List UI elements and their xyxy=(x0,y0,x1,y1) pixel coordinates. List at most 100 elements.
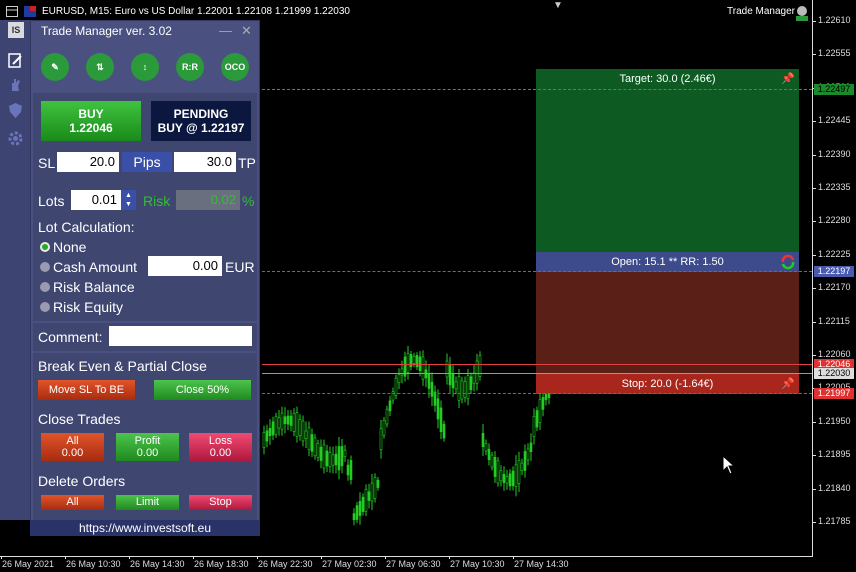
candle-body xyxy=(532,416,536,437)
candle-body xyxy=(355,505,359,520)
time-label: 26 May 14:30 xyxy=(130,559,185,569)
pending-label: PENDING xyxy=(173,107,229,121)
candle-body xyxy=(505,476,509,484)
candle-body xyxy=(292,412,296,432)
lots-stepper[interactable]: ▲ ▼ xyxy=(121,190,136,210)
time-label: 26 May 18:30 xyxy=(194,559,249,569)
price-tick xyxy=(812,321,816,323)
radio-risk-equity-label: Risk Equity xyxy=(53,299,124,315)
eraser-icon: ✎ xyxy=(51,62,59,72)
candle-body xyxy=(277,417,281,429)
oco-tool-button[interactable]: OCO xyxy=(221,53,249,81)
shield-icon[interactable] xyxy=(7,102,24,119)
candle-body xyxy=(271,421,275,436)
rr-tool-button[interactable]: R:R xyxy=(176,53,204,81)
buy-price: 1.22046 xyxy=(69,121,113,135)
tp-input[interactable]: 30.0 xyxy=(174,152,236,172)
lot-calc-title: Lot Calculation: xyxy=(38,219,135,235)
close-trades-title: Close Trades xyxy=(38,411,121,427)
edit-icon[interactable] xyxy=(7,52,24,69)
radio-none-label: None xyxy=(53,239,87,255)
stop-label: Stop: 20.0 (-1.64€) xyxy=(621,378,714,390)
candle-body xyxy=(460,380,464,400)
candle-body xyxy=(340,446,344,467)
reverse-tool-button[interactable]: ⇅ xyxy=(86,53,114,81)
pin-icon[interactable]: 📌 xyxy=(781,374,795,394)
close-profit-button[interactable]: Profit 0.00 xyxy=(116,433,179,461)
candle-body xyxy=(337,446,341,471)
candle-body xyxy=(349,460,353,480)
price-tick xyxy=(812,288,816,290)
reverse-arrows-icon: ⇅ xyxy=(96,62,104,72)
candle-body xyxy=(358,501,362,516)
candle-body xyxy=(523,451,527,471)
eraser-tool-button[interactable]: ✎ xyxy=(41,53,69,81)
price-tick xyxy=(812,455,816,457)
candle-body xyxy=(520,462,524,471)
close-50-button[interactable]: Close 50% xyxy=(154,380,251,400)
gear-icon[interactable] xyxy=(7,130,24,147)
candle-body xyxy=(301,420,305,442)
price-tick xyxy=(812,221,816,223)
candle-body xyxy=(367,491,371,501)
website-link[interactable]: https://www.investsoft.eu xyxy=(30,520,260,536)
candle-body xyxy=(412,355,416,365)
minimize-button[interactable]: — xyxy=(219,23,232,38)
pin-icon[interactable]: 📌 xyxy=(781,69,795,89)
radio-cash-amount[interactable] xyxy=(40,262,50,272)
time-label: 26 May 2021 xyxy=(2,559,55,569)
comment-section: Comment: xyxy=(33,323,257,351)
delete-stop-button[interactable]: Stop xyxy=(189,495,252,510)
price-label: 1.22390 xyxy=(818,148,851,159)
stop-bar[interactable]: Stop: 20.0 (-1.64€) 📌 xyxy=(536,374,799,394)
move-sl-to-be-button[interactable]: Move SL To BE xyxy=(38,380,135,400)
sl-input[interactable]: 20.0 xyxy=(57,152,119,172)
candle-body xyxy=(535,410,539,428)
candle-body xyxy=(265,430,269,442)
delete-limit-button[interactable]: Limit xyxy=(116,495,179,510)
order-section: BUY 1.22046 PENDING BUY @ 1.22197 SL 20.… xyxy=(33,93,257,187)
candle-body xyxy=(421,356,425,380)
candle-body xyxy=(493,456,497,477)
radio-risk-equity[interactable] xyxy=(40,302,50,312)
price-label: 1.22555 xyxy=(818,48,851,59)
time-label: 27 May 06:30 xyxy=(386,559,441,569)
reverse-icon[interactable] xyxy=(780,254,796,270)
pending-button[interactable]: PENDING BUY @ 1.22197 xyxy=(151,101,251,141)
price-tick xyxy=(812,421,816,423)
risk-input[interactable]: 0.02 xyxy=(176,190,240,210)
bid-price-tag: 1.22030 xyxy=(814,368,854,379)
radio-cash-amount-label: Cash Amount xyxy=(53,259,138,275)
comment-input[interactable] xyxy=(109,326,252,346)
close-all-button[interactable]: All 0.00 xyxy=(41,433,104,461)
candle-body xyxy=(304,430,308,439)
pips-toggle[interactable]: Pips xyxy=(122,152,172,172)
radio-none[interactable] xyxy=(40,242,50,252)
candle-body xyxy=(469,376,473,391)
range-tool-button[interactable]: ↕ xyxy=(131,53,159,81)
candle-body xyxy=(484,443,488,452)
close-button[interactable]: ✕ xyxy=(241,23,252,39)
comment-label: Comment: xyxy=(38,329,103,345)
candle-body xyxy=(385,408,389,425)
close-profit-value: 0.00 xyxy=(136,447,159,459)
buy-button[interactable]: BUY 1.22046 xyxy=(41,101,141,141)
chart-window[interactable]: EURUSD, M15: Euro vs US Dollar 1.22001 1… xyxy=(0,0,856,572)
close-loss-button[interactable]: Loss 0.00 xyxy=(189,433,252,461)
candle-body xyxy=(313,437,317,457)
price-label: 1.22225 xyxy=(818,248,851,259)
radio-risk-balance[interactable] xyxy=(40,282,50,292)
candle-body xyxy=(466,375,470,400)
target-bar[interactable]: Target: 30.0 (2.46€) 📌 xyxy=(536,69,799,89)
lots-input[interactable]: 0.01 xyxy=(71,190,121,210)
open-line xyxy=(262,271,812,272)
time-axis-line xyxy=(0,556,813,557)
hand-icon[interactable] xyxy=(7,76,24,93)
price-tick xyxy=(812,188,816,189)
cash-amount-input[interactable]: 0.00 xyxy=(148,256,222,276)
stop-line xyxy=(262,393,812,394)
stop-price-tag: 1.21997 xyxy=(814,388,854,399)
mouse-cursor-icon xyxy=(722,455,736,475)
open-bar[interactable]: Open: 15.1 ** RR: 1.50 xyxy=(536,252,799,272)
delete-all-button[interactable]: All xyxy=(41,495,104,510)
